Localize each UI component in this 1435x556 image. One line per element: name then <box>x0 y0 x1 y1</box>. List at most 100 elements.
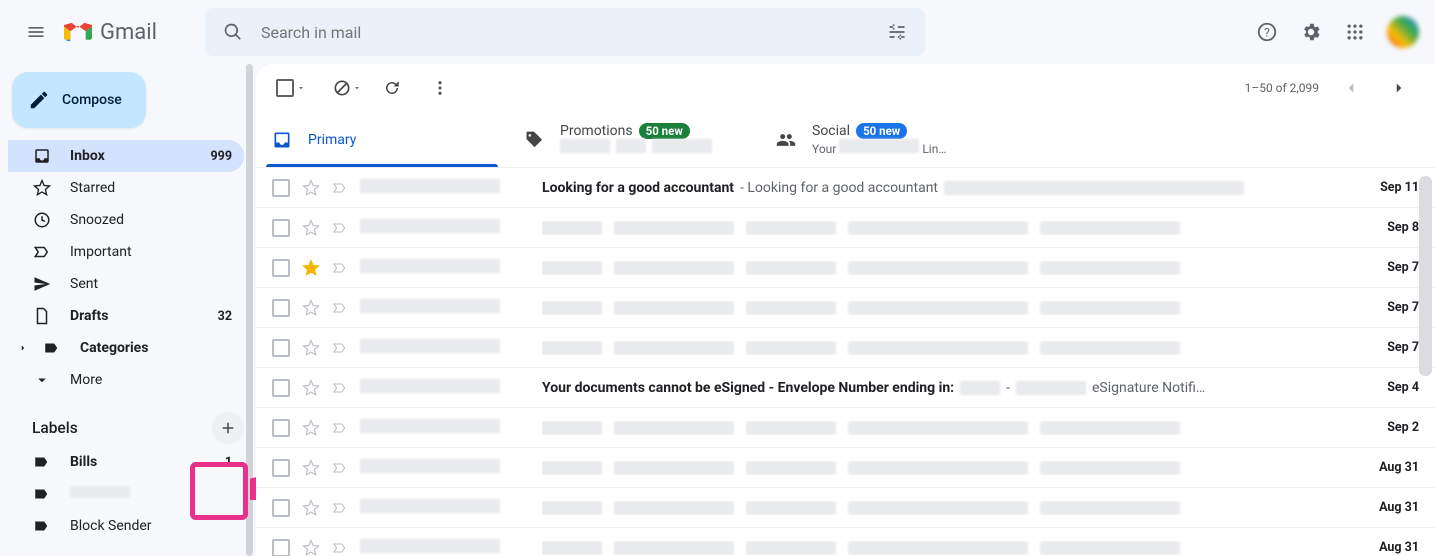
sender <box>360 259 530 277</box>
label-icon <box>32 485 52 503</box>
next-page-button[interactable] <box>1379 68 1419 108</box>
mark-read-button[interactable] <box>330 68 364 108</box>
important-toggle[interactable] <box>332 340 348 356</box>
important-icon <box>32 243 52 261</box>
email-list: Looking for a good accountant - Looking … <box>256 168 1435 556</box>
select-all-checkbox[interactable] <box>272 75 310 101</box>
sender <box>360 299 530 317</box>
star-toggle[interactable] <box>302 539 320 556</box>
header-actions: ? <box>1247 12 1419 52</box>
email-row[interactable]: Sep 8 <box>256 208 1435 248</box>
support-button[interactable]: ? <box>1247 12 1287 52</box>
sidebar-item-important[interactable]: Important <box>8 236 244 268</box>
important-toggle[interactable] <box>332 420 348 436</box>
tab-social[interactable]: Social50 new Your Lin… <box>760 112 1012 167</box>
no-symbol-icon <box>332 78 352 98</box>
row-checkbox[interactable] <box>272 179 290 197</box>
row-checkbox[interactable] <box>272 459 290 477</box>
sidebar-item-starred[interactable]: Starred <box>8 172 244 204</box>
email-row[interactable]: Looking for a good accountant - Looking … <box>256 168 1435 208</box>
gmail-logo[interactable]: Gmail <box>64 20 157 45</box>
compose-button[interactable]: Compose <box>12 72 146 128</box>
important-toggle[interactable] <box>332 260 348 276</box>
email-row[interactable]: Aug 31 <box>256 528 1435 556</box>
inbox-icon <box>32 147 52 165</box>
row-checkbox[interactable] <box>272 219 290 237</box>
help-icon: ? <box>1256 21 1278 43</box>
email-row[interactable]: Sep 2 <box>256 408 1435 448</box>
tab-promotions[interactable]: Promotions50 new <box>508 112 760 167</box>
email-row[interactable]: Sep 7 <box>256 328 1435 368</box>
sidebar-item-more[interactable]: More <box>8 364 244 396</box>
row-checkbox[interactable] <box>272 299 290 317</box>
refresh-button[interactable] <box>372 68 412 108</box>
email-row[interactable]: Sep 7 <box>256 248 1435 288</box>
subject <box>542 261 1349 275</box>
important-toggle[interactable] <box>332 540 348 556</box>
add-label-button[interactable] <box>212 412 244 444</box>
prev-page-button[interactable] <box>1331 68 1371 108</box>
account-avatar[interactable] <box>1387 16 1419 48</box>
important-toggle[interactable] <box>332 500 348 516</box>
search-bar[interactable] <box>205 8 925 56</box>
tag-icon <box>524 130 544 150</box>
important-toggle[interactable] <box>332 180 348 196</box>
important-toggle[interactable] <box>332 220 348 236</box>
search-button[interactable] <box>213 12 253 52</box>
content-pane: 1–50 of 2,099 Primary Promotions50 new S… <box>256 64 1435 556</box>
email-row[interactable]: Sep 7 <box>256 288 1435 328</box>
subject <box>542 301 1349 315</box>
star-toggle[interactable] <box>302 219 320 237</box>
sidebar-item-snoozed[interactable]: Snoozed <box>8 204 244 236</box>
sender <box>360 339 530 357</box>
row-checkbox[interactable] <box>272 259 290 277</box>
row-checkbox[interactable] <box>272 339 290 357</box>
subject: Looking for a good accountant - Looking … <box>542 180 1349 196</box>
email-row[interactable]: Aug 31 <box>256 488 1435 528</box>
star-toggle[interactable] <box>302 179 320 197</box>
email-row[interactable]: Aug 31 <box>256 448 1435 488</box>
important-toggle[interactable] <box>332 300 348 316</box>
subject <box>542 341 1349 355</box>
star-toggle[interactable] <box>302 299 320 317</box>
nav-label: Important <box>70 244 132 260</box>
row-checkbox[interactable] <box>272 499 290 517</box>
nav-count: 32 <box>218 309 232 324</box>
more-button[interactable] <box>420 68 460 108</box>
subject <box>542 421 1349 435</box>
row-checkbox[interactable] <box>272 539 290 556</box>
important-toggle[interactable] <box>332 380 348 396</box>
sidebar-item-inbox[interactable]: Inbox999 <box>8 140 244 172</box>
sidebar-item-categories[interactable]: Categories <box>8 332 244 364</box>
star-toggle[interactable] <box>302 379 320 397</box>
star-toggle[interactable] <box>302 339 320 357</box>
sidebar-item-drafts[interactable]: Drafts32 <box>8 300 244 332</box>
apps-button[interactable] <box>1335 12 1375 52</box>
row-checkbox[interactable] <box>272 379 290 397</box>
star-toggle[interactable] <box>302 499 320 517</box>
star-toggle[interactable] <box>302 419 320 437</box>
tab-promotions-label: Promotions <box>560 123 633 139</box>
email-row[interactable]: Your documents cannot be eSigned - Envel… <box>256 368 1435 408</box>
subject <box>542 501 1349 515</box>
star-toggle[interactable] <box>302 459 320 477</box>
caret-right-icon <box>18 343 28 353</box>
search-options-button[interactable] <box>877 12 917 52</box>
sidebar-item-sent[interactable]: Sent <box>8 268 244 300</box>
labels-header: Labels <box>8 410 256 446</box>
hamburger-icon <box>26 22 46 42</box>
star-toggle[interactable] <box>302 259 320 277</box>
settings-button[interactable] <box>1291 12 1331 52</box>
nav-label: Categories <box>80 340 148 356</box>
main-menu-button[interactable] <box>16 12 56 52</box>
social-badge: 50 new <box>856 123 907 139</box>
chevron-right-icon <box>1390 79 1408 97</box>
star-icon <box>32 179 52 197</box>
date: Aug 31 <box>1361 540 1419 555</box>
important-toggle[interactable] <box>332 460 348 476</box>
search-input[interactable] <box>253 23 877 42</box>
content-scrollbar[interactable] <box>1419 176 1432 376</box>
row-checkbox[interactable] <box>272 419 290 437</box>
nav-count: 999 <box>210 149 232 164</box>
tab-primary[interactable]: Primary <box>256 112 508 167</box>
